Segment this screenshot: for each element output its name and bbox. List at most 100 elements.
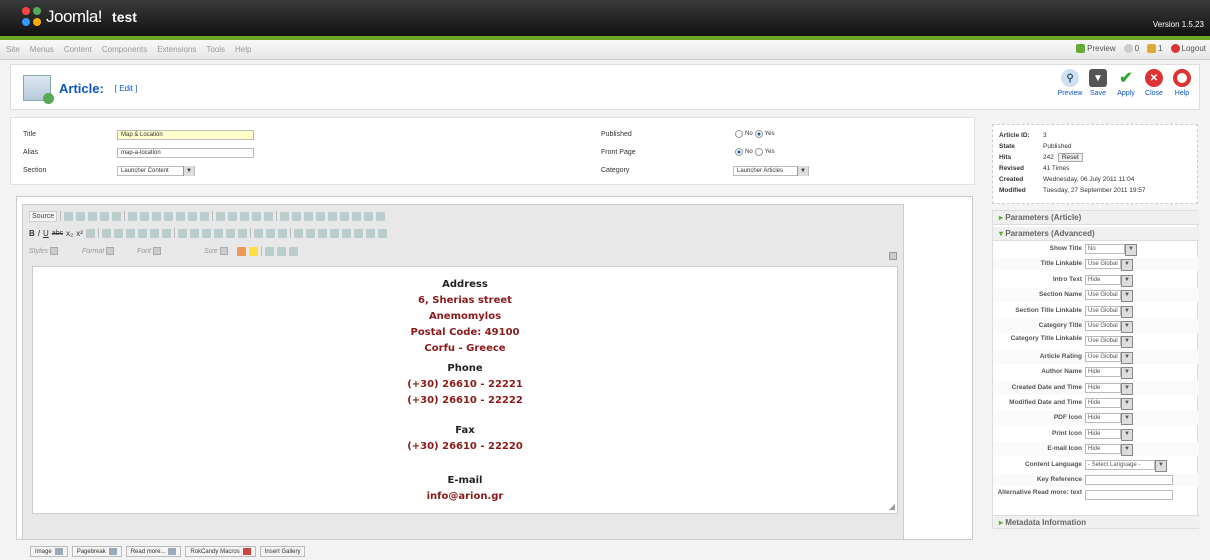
text-color-icon[interactable]: [237, 246, 246, 256]
find-icon[interactable]: [216, 211, 226, 221]
menu-tools[interactable]: Tools: [206, 45, 225, 54]
param-select[interactable]: Hide: [1085, 274, 1133, 287]
horizontal-rule-icon[interactable]: [329, 228, 339, 238]
published-no-radio[interactable]: [735, 130, 743, 138]
anchor-icon[interactable]: [277, 228, 287, 238]
messages-count[interactable]: 0: [1123, 44, 1139, 53]
published-radio[interactable]: No Yes: [735, 130, 774, 138]
insert-gallery-button[interactable]: Insert Gallery: [259, 546, 306, 557]
editor-content-area[interactable]: Address 6, Sherias street Anemomylos Pos…: [32, 266, 898, 514]
subscript-icon[interactable]: x₂: [66, 229, 73, 238]
spellcheck-as-you-type-icon[interactable]: [264, 211, 274, 221]
about-icon[interactable]: [289, 246, 298, 256]
button-icon[interactable]: [352, 211, 362, 221]
outdent-icon[interactable]: [125, 228, 135, 238]
menu-content[interactable]: Content: [64, 45, 92, 54]
param-select[interactable]: No: [1085, 244, 1137, 256]
cut-icon[interactable]: [128, 211, 138, 221]
justify-icon[interactable]: [213, 228, 223, 238]
new-doc-icon[interactable]: [76, 211, 86, 221]
menu-help[interactable]: Help: [235, 45, 251, 54]
save-button[interactable]: ▼ Save: [1087, 69, 1109, 97]
param-text-input[interactable]: [1085, 490, 1173, 501]
iframe-icon[interactable]: [377, 228, 387, 238]
remove-format-icon[interactable]: [85, 228, 95, 238]
paste-word-icon[interactable]: [176, 211, 186, 221]
blockquote-icon[interactable]: [149, 228, 159, 238]
resize-handle-icon[interactable]: ◢: [889, 502, 895, 511]
undo-icon[interactable]: [188, 211, 198, 221]
checkbox-icon[interactable]: [292, 211, 302, 221]
help-button[interactable]: Help: [1171, 69, 1193, 97]
font-dropdown[interactable]: Font: [137, 247, 201, 255]
param-text-input[interactable]: [1085, 475, 1173, 485]
align-right-icon[interactable]: [201, 228, 211, 238]
param-select[interactable]: Use Global: [1085, 336, 1133, 349]
rokcandy-button[interactable]: RokCandy Macros: [185, 546, 256, 557]
show-blocks-icon[interactable]: [277, 246, 286, 256]
param-select[interactable]: Hide: [1085, 382, 1133, 395]
apply-button[interactable]: ✔ Apply: [1115, 69, 1137, 97]
rtl-icon[interactable]: [237, 228, 247, 238]
param-select[interactable]: Hide: [1085, 428, 1133, 441]
param-select[interactable]: Use Global: [1085, 351, 1133, 364]
paste-icon[interactable]: [152, 211, 162, 221]
param-select[interactable]: Use Global: [1085, 259, 1133, 272]
numbered-list-icon[interactable]: [101, 228, 111, 238]
param-select[interactable]: Hide: [1085, 413, 1133, 426]
param-select[interactable]: Use Global: [1085, 290, 1133, 303]
spellcheck-icon[interactable]: [252, 211, 262, 221]
pagebreak-button[interactable]: Pagebreak: [71, 546, 122, 557]
menu-extensions[interactable]: Extensions: [157, 45, 196, 54]
source-button[interactable]: Source: [29, 210, 58, 222]
preview-link[interactable]: Preview: [1076, 44, 1116, 53]
size-dropdown[interactable]: Size: [204, 247, 234, 255]
metadata-toggle[interactable]: Metadata Information: [993, 515, 1199, 529]
special-char-icon[interactable]: [353, 228, 363, 238]
image-icon[interactable]: [293, 228, 303, 238]
close-button[interactable]: ✕ Close: [1143, 69, 1165, 97]
users-count[interactable]: 1: [1147, 44, 1163, 53]
frontpage-no-radio[interactable]: [735, 148, 743, 156]
section-select[interactable]: Launcher Content: [117, 166, 195, 176]
frontpage-radio[interactable]: No Yes: [735, 148, 774, 156]
published-yes-radio[interactable]: [754, 130, 763, 138]
param-select[interactable]: Hide: [1085, 367, 1133, 380]
format-dropdown[interactable]: Format: [82, 247, 134, 255]
maximize-icon[interactable]: [265, 246, 274, 256]
reset-hits-button[interactable]: Reset: [1057, 153, 1083, 162]
frontpage-yes-radio[interactable]: [754, 148, 763, 156]
superscript-icon[interactable]: x²: [76, 229, 83, 238]
title-input[interactable]: Map & Location: [117, 130, 254, 140]
flash-icon[interactable]: [305, 228, 315, 238]
link-icon[interactable]: [253, 228, 263, 238]
param-select[interactable]: Hide: [1085, 444, 1133, 457]
logout-link[interactable]: Logout: [1170, 44, 1206, 53]
pagebreak-icon[interactable]: [365, 228, 375, 238]
copy-icon[interactable]: [140, 211, 150, 221]
save-doc-icon[interactable]: [64, 211, 74, 221]
image-button-icon[interactable]: [364, 211, 374, 221]
radio-icon[interactable]: [304, 211, 314, 221]
select-all-icon[interactable]: [240, 211, 250, 221]
bulleted-list-icon[interactable]: [113, 228, 123, 238]
unlink-icon[interactable]: [265, 228, 275, 238]
textfield-icon[interactable]: [316, 211, 326, 221]
background-color-icon[interactable]: [249, 246, 258, 256]
underline-icon[interactable]: U: [43, 229, 49, 238]
styles-dropdown[interactable]: Styles: [29, 247, 79, 255]
align-center-icon[interactable]: [189, 228, 199, 238]
templates-icon[interactable]: [112, 211, 122, 221]
table-icon[interactable]: [317, 228, 327, 238]
param-select[interactable]: - Select Language -: [1085, 459, 1167, 472]
paste-text-icon[interactable]: [164, 211, 174, 221]
param-select[interactable]: Use Global: [1085, 305, 1133, 318]
smiley-icon[interactable]: [341, 228, 351, 238]
preview-button[interactable]: ⚲ Preview: [1058, 69, 1082, 97]
align-left-icon[interactable]: [177, 228, 187, 238]
hidden-field-icon[interactable]: [376, 211, 386, 221]
italic-icon[interactable]: I: [38, 229, 40, 238]
image-button[interactable]: Image: [30, 546, 68, 557]
redo-icon[interactable]: [200, 211, 210, 221]
collapse-toolbar-icon[interactable]: [889, 252, 897, 260]
